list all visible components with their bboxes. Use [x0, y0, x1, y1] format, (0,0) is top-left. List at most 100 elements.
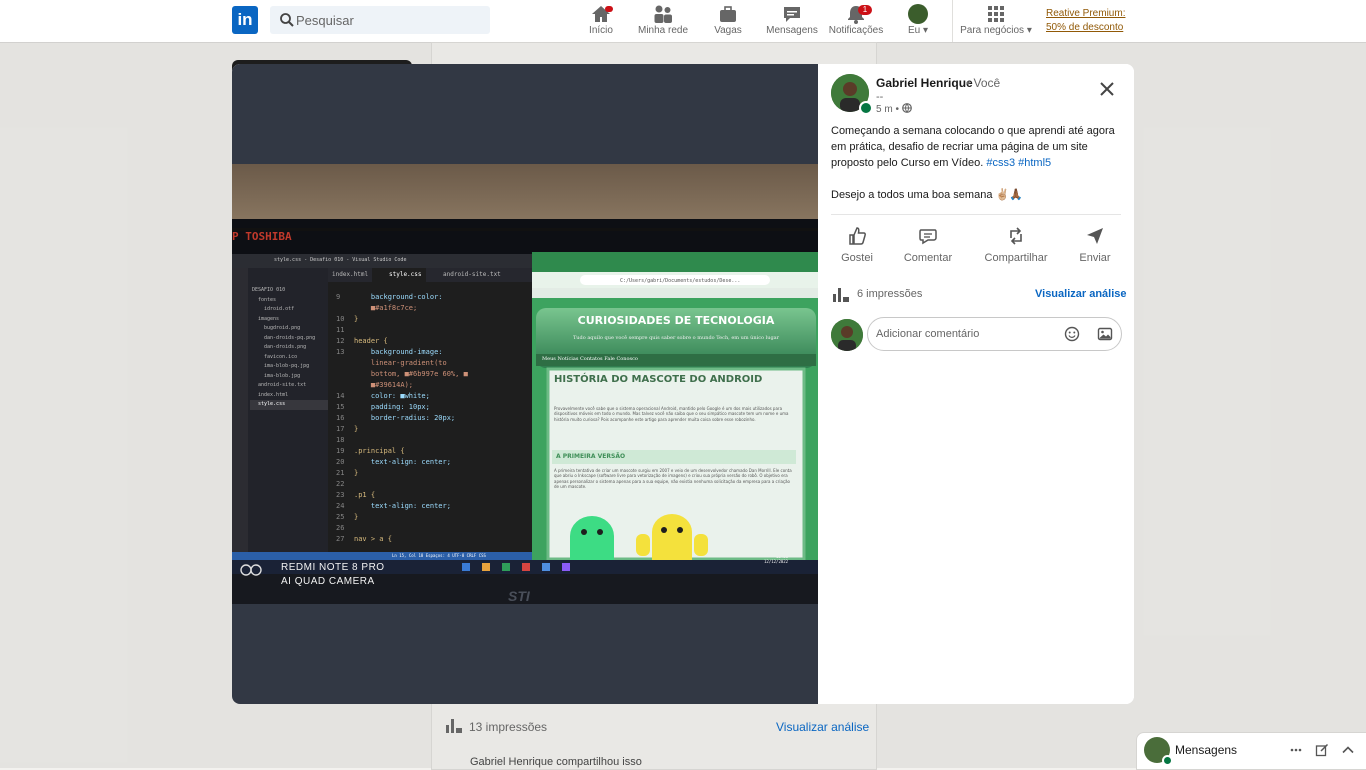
actions-divider — [831, 214, 1121, 215]
post-details-panel: Gabriel Henrique • Você -- 5 m • Começan… — [818, 64, 1134, 704]
code-line: 23 .p1 { — [336, 490, 530, 501]
code-line: linear-gradient(to — [336, 358, 530, 369]
code-line-number: 9 — [336, 293, 341, 301]
vscode-title: style.css - Desafio 010 - Visual Studio … — [274, 257, 407, 263]
code-line: 21} — [336, 468, 530, 479]
premium-line-2: 50% de desconto — [1046, 22, 1124, 33]
code-line-number: 23 — [336, 491, 345, 499]
my-photo-icon — [831, 319, 863, 351]
nav-business[interactable]: Para negócios ▾ — [960, 4, 1032, 38]
code-line-text: padding: 10px; — [354, 403, 430, 411]
post-time: 5 m • — [876, 103, 912, 115]
impressions-icon — [446, 719, 462, 733]
post-body: Começando a semana colocando o que apren… — [831, 123, 1123, 203]
vscode-code: 9 background-color: ■#a1f8c7ce; 10} 11 12 he… — [336, 292, 530, 545]
nav-network[interactable]: Minha rede — [627, 4, 699, 38]
code-line: 10} — [336, 314, 530, 325]
explorer-item: dan-droids.png — [264, 344, 307, 350]
explorer-item: ima-blob.jpg — [264, 372, 301, 379]
code-line-number: 11 — [336, 326, 345, 334]
code-line-number: 13 — [336, 348, 345, 356]
chevron-up-icon[interactable] — [1341, 743, 1355, 757]
code-line-number: 10 — [336, 315, 345, 323]
comment-button[interactable]: Comentar — [893, 226, 963, 264]
browser-url: C:/Users/gabri/Documents/estudos/Dese... — [620, 278, 741, 284]
search-bar[interactable]: Pesquisar — [270, 6, 490, 34]
chat-icon — [784, 7, 800, 22]
post-hashtags[interactable]: #css3 #html5 — [986, 157, 1051, 169]
code-line: 9 background-color: — [336, 292, 530, 303]
article-title: HISTÓRIA DO MASCOTE DO ANDROID — [554, 374, 763, 385]
code-line-text: nav > a { — [354, 535, 392, 543]
nav-business-label: Para negócios ▾ — [960, 25, 1032, 36]
code-line: 22 — [336, 479, 530, 490]
image-icon[interactable] — [1097, 326, 1113, 342]
comment-label: Comentar — [903, 252, 953, 264]
code-line-number: 17 — [336, 425, 345, 433]
bg-analytics-link[interactable]: Visualizar análise — [776, 720, 869, 734]
premium-line-1: Reative Premium: — [1046, 8, 1126, 19]
camera-watermark-line2: AI QUAD CAMERA — [281, 576, 375, 587]
search-input[interactable]: Pesquisar — [296, 13, 354, 28]
share-button[interactable]: Compartilhar — [980, 226, 1052, 264]
code-line-text: .principal { — [354, 447, 405, 455]
nav-network-label: Minha rede — [637, 25, 689, 36]
taskbar-clock: 12:21 12/12/2022 — [764, 554, 788, 564]
monitor-stand-logo: STI — [508, 588, 530, 604]
code-line-number: 27 — [336, 535, 345, 543]
code-line: 20 text-align: center; — [336, 457, 530, 468]
emoji-icon[interactable] — [1064, 326, 1080, 342]
code-line-text: } — [354, 513, 359, 521]
code-line: 12 header { — [336, 336, 530, 347]
code-line: 14 color: ■white; — [336, 391, 530, 402]
impressions-count: 6 impressões — [857, 288, 923, 300]
code-line-text: background-color: — [354, 293, 443, 301]
code-line-number: 20 — [336, 458, 345, 466]
code-line: 18 — [336, 435, 530, 446]
nav-messages[interactable]: Mensagens — [756, 4, 828, 38]
vscode-tab-2: android-site.txt — [443, 271, 501, 278]
code-line: ■#39614A); — [336, 380, 530, 391]
taskbar-date: 12/12/2022 — [764, 559, 789, 564]
code-line: 27 nav > a { — [336, 534, 530, 545]
code-line: 24 text-align: center; — [336, 501, 530, 512]
nav-jobs-label: Vagas — [714, 25, 742, 36]
compose-icon[interactable] — [1315, 743, 1329, 757]
site-nav: Meus Notícias Contatos Fale Conosco — [542, 356, 638, 362]
code-line-text: } — [354, 315, 359, 323]
premium-link[interactable]: Reative Premium: 50% de desconto — [1046, 7, 1125, 35]
author-name[interactable]: Gabriel Henrique — [876, 76, 973, 90]
code-line: bottom, ■#6b997e 60%, ■ — [336, 369, 530, 380]
code-line-text: header { — [354, 337, 388, 345]
code-line-text: text-align: center; — [354, 458, 451, 466]
close-icon[interactable] — [1096, 78, 1118, 100]
thumbs-up-icon — [849, 227, 866, 245]
linkedin-logo-icon[interactable]: in — [232, 6, 258, 34]
explorer-item: bugdroid.png — [264, 325, 301, 331]
code-line-text: ■#a1f8c7ce; — [354, 304, 418, 312]
nav-me[interactable]: Eu ▾ — [882, 4, 954, 38]
vscode-explorer: DESAFIO 010 fontes idroid.otf imagens bugdro… — [250, 286, 328, 410]
nav-me-label: Eu ▾ — [907, 25, 929, 36]
code-line: 15 padding: 10px; — [336, 402, 530, 413]
code-line: 16 border-radius: 20px; — [336, 413, 530, 424]
send-button[interactable]: Enviar — [1060, 226, 1130, 264]
like-button[interactable]: Gostei — [822, 226, 892, 264]
explorer-item: ima-blob-pq.jpg — [264, 363, 310, 369]
code-line-number: 18 — [336, 436, 345, 444]
site-title: CURIOSIDADES DE TECNOLOGIA — [577, 314, 775, 327]
code-line-text: color: ■white; — [354, 392, 430, 400]
code-line-text: border-radius: 20px; — [354, 414, 456, 422]
messaging-online-indicator — [1162, 755, 1173, 766]
explorer-item: style.css — [250, 400, 328, 410]
nav-jobs[interactable]: Vagas — [692, 4, 764, 38]
post-photo[interactable]: P TOSHIBA style.css - Desafio 010 - Visu… — [232, 64, 818, 704]
more-options-icon[interactable] — [1289, 743, 1303, 757]
nav-messages-label: Mensagens — [766, 25, 818, 36]
comment-icon — [919, 229, 937, 245]
comment-input[interactable]: Adicionar comentário — [867, 317, 1122, 351]
messaging-bar[interactable]: Mensagens — [1136, 732, 1366, 770]
code-line-number: 19 — [336, 447, 345, 455]
code-line-number: 24 — [336, 502, 345, 510]
view-analytics-link[interactable]: Visualizar análise — [1035, 288, 1127, 300]
